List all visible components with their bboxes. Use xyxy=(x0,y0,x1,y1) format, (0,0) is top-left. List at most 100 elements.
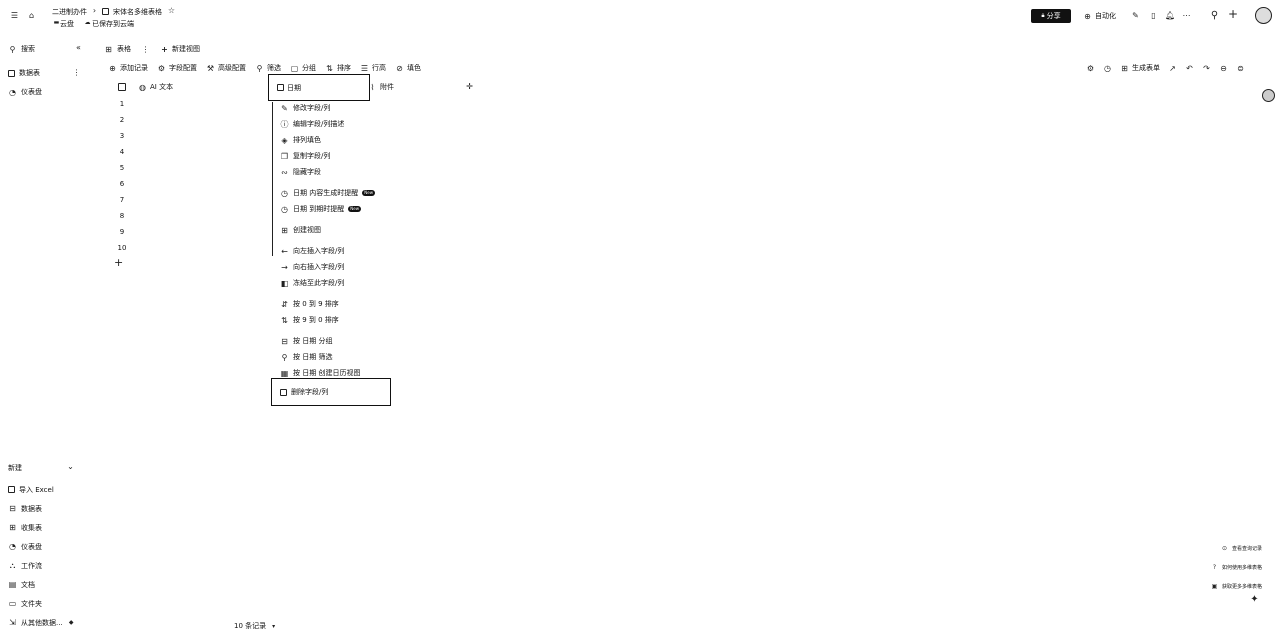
folder-icon: ▭ xyxy=(8,599,17,608)
row-number[interactable]: 2 xyxy=(112,112,132,128)
new-form[interactable]: ⊞ 收集表 xyxy=(0,518,90,537)
home-icon[interactable]: ⌂ xyxy=(27,11,36,20)
row-number[interactable]: 5 xyxy=(112,160,132,176)
avatar[interactable] xyxy=(1255,7,1272,24)
column-header-attachment[interactable]: ⌇ 附件 xyxy=(368,82,394,92)
message-icon[interactable]: ⊜ xyxy=(1236,64,1245,73)
row-number[interactable]: 1 xyxy=(112,96,132,112)
new-dashboard[interactable]: ◔ 仪表盘 xyxy=(0,537,90,556)
edit-doc-icon[interactable]: ✎ xyxy=(1131,11,1140,20)
redo-icon[interactable]: ↷ xyxy=(1202,64,1211,73)
more-vertical-icon[interactable]: ⋮ xyxy=(141,45,150,54)
more-icon[interactable]: ⋯ xyxy=(1182,11,1191,20)
new-workflow[interactable]: ⛬ 工作流 xyxy=(0,556,90,575)
fill-color-button[interactable]: ⊘ 填色 xyxy=(395,63,421,73)
settings-icon[interactable]: ⚙ xyxy=(1086,64,1095,73)
undo-icon[interactable]: ↶ xyxy=(1185,64,1194,73)
menu-copy-field[interactable]: ❐ 复制字段/列 xyxy=(272,148,392,164)
field-config-button[interactable]: ⚙ 字段配置 xyxy=(157,63,197,73)
help-link-howto[interactable]: ? 如何使用多维表格 xyxy=(1190,558,1262,577)
plus-icon: + xyxy=(161,44,168,54)
save-status: 已保存到云端 xyxy=(92,20,134,28)
add-icon[interactable]: + xyxy=(1228,8,1238,20)
share-button[interactable]: 🔒︎ 分享 xyxy=(1031,9,1071,23)
sidebar-search[interactable]: ⚲ 搜索 xyxy=(8,44,35,54)
add-record-button[interactable]: ⊕ 添加记录 xyxy=(108,63,148,73)
menu-sort-asc[interactable]: ⇵ 按 0 到 9 排序 xyxy=(272,296,392,312)
new-folder[interactable]: ▭ 文件夹 xyxy=(0,594,90,613)
form-icon: ⊞ xyxy=(1121,63,1128,73)
menu-insert-left[interactable]: ← 向左插入字段/列 xyxy=(272,243,392,259)
filter-button[interactable]: ⚲ 筛选 xyxy=(255,63,281,73)
column-header-date[interactable]: 日期 xyxy=(268,74,370,101)
search-icon[interactable]: ⚲ xyxy=(1210,11,1219,21)
collapse-sidebar-icon[interactable]: « xyxy=(74,43,83,52)
template-icon: ▣ xyxy=(1211,583,1218,590)
more-vertical-icon[interactable]: ⋮ xyxy=(72,68,81,77)
help-links: ⊙ 查看查询记录 ? 如何使用多维表格 ▣ 获取更多多维表格 xyxy=(1190,539,1262,596)
column-header-ai-text[interactable]: ◍ AI 文本 xyxy=(138,82,173,92)
row-height-button[interactable]: ☰ 行高 xyxy=(360,63,386,73)
menu-fill-color[interactable]: ◈ 排列填色 xyxy=(272,132,392,148)
select-all-checkbox[interactable] xyxy=(118,83,126,91)
row-number[interactable]: 7 xyxy=(112,192,132,208)
notification-icon[interactable]: 🔔︎ xyxy=(1165,11,1175,20)
row-number-list: 1 2 3 4 5 6 7 8 9 10 xyxy=(112,96,132,256)
top-bar: ☰ ⌂ 二进制办件 › 宋体名多维表格 ☆ ▬ 云盘 ☁ 已保存到云端 🔒︎ 分… xyxy=(0,0,1280,34)
add-row-icon[interactable]: + xyxy=(114,257,123,268)
automation-button[interactable]: ⊕ 自动化 xyxy=(1083,11,1116,21)
new-doc[interactable]: ▤ 文档 xyxy=(0,575,90,594)
menu-edit-field[interactable]: ✎ 修改字段/列 xyxy=(272,100,392,116)
generate-form-button[interactable]: ⊞ 生成表单 xyxy=(1120,63,1160,73)
location-label[interactable]: 云盘 xyxy=(60,19,74,29)
add-view-button[interactable]: + 新建视图 xyxy=(160,44,200,54)
menu-group-by[interactable]: ⊟ 按 日期 分组 xyxy=(272,333,392,349)
help-link-query[interactable]: ⊙ 查看查询记录 xyxy=(1190,539,1262,558)
record-count[interactable]: 10 条记录 ▾ xyxy=(234,621,278,631)
row-number[interactable]: 10 xyxy=(112,240,132,256)
share-link-icon[interactable]: ↗ xyxy=(1168,64,1177,73)
row-number[interactable]: 3 xyxy=(112,128,132,144)
add-column-icon[interactable]: ✛ xyxy=(465,82,474,91)
sidebar-item-datatable[interactable]: 数据表 xyxy=(8,68,40,78)
sort-button[interactable]: ⇅ 排序 xyxy=(325,63,351,73)
comment-icon[interactable]: ▯ xyxy=(1149,11,1158,20)
menu-filter-by[interactable]: ⚲ 按 日期 筛选 xyxy=(272,349,392,365)
row-number[interactable]: 4 xyxy=(112,144,132,160)
group-button[interactable]: ▢ 分组 xyxy=(290,63,316,73)
menu-remind-due[interactable]: ◷ 日期 到期时提醒 New xyxy=(272,201,392,217)
doc-title[interactable]: 宋体名多维表格 xyxy=(113,7,162,17)
dashboard-icon: ◔ xyxy=(9,542,16,551)
menu-create-view[interactable]: ⊞ 创建视图 xyxy=(272,222,392,238)
sidebar-new-header[interactable]: 新建 xyxy=(8,463,22,473)
chevron-right-icon: › xyxy=(92,6,97,15)
star-icon[interactable]: ☆ xyxy=(167,6,176,15)
sort-desc-icon: ⇅ xyxy=(281,315,288,325)
menu-sort-desc[interactable]: ⇅ 按 9 到 0 排序 xyxy=(272,312,392,328)
breadcrumb-parent[interactable]: 二进制办件 xyxy=(52,7,87,17)
chevron-down-icon[interactable]: ⌄ xyxy=(66,462,75,471)
advanced-config-button[interactable]: ⚒ 高级配置 xyxy=(206,63,246,73)
sidebar-item-dashboard[interactable]: ◔ 仪表盘 xyxy=(8,87,42,97)
table-icon xyxy=(8,69,15,77)
menu-icon[interactable]: ☰ xyxy=(10,11,19,20)
menu-edit-description[interactable]: ⓘ 编辑字段/列描述 xyxy=(272,116,392,132)
help-icon: ? xyxy=(1212,564,1217,571)
menu-insert-right[interactable]: → 向右插入字段/列 xyxy=(272,259,392,275)
row-number[interactable]: 6 xyxy=(112,176,132,192)
menu-hide-field[interactable]: ∾ 隐藏字段 xyxy=(272,164,392,180)
new-import-other[interactable]: ⇲ 从其他数据... ◆ xyxy=(0,613,90,632)
menu-remind-generated[interactable]: ◷ 日期 内容生成时提醒 New xyxy=(272,185,392,201)
menu-freeze[interactable]: ◧ 冻结至此字段/列 xyxy=(272,275,392,291)
row-number[interactable]: 9 xyxy=(112,224,132,240)
history-icon[interactable]: ◷ xyxy=(1103,64,1112,73)
assistant-avatar[interactable] xyxy=(1262,89,1275,102)
paint-icon: ⊘ xyxy=(396,63,403,73)
row-number[interactable]: 8 xyxy=(112,208,132,224)
new-import-excel[interactable]: 导入 Excel xyxy=(0,480,90,499)
tab-table-view[interactable]: ⊞ 表格 ⋮ xyxy=(104,44,150,54)
menu-delete-field[interactable]: 删除字段/列 xyxy=(271,378,391,406)
new-datatable[interactable]: ⊟ 数据表 xyxy=(0,499,90,518)
sparkle-icon[interactable]: ✦ xyxy=(1250,595,1259,605)
expand-icon[interactable]: ⊖ xyxy=(1219,64,1228,73)
